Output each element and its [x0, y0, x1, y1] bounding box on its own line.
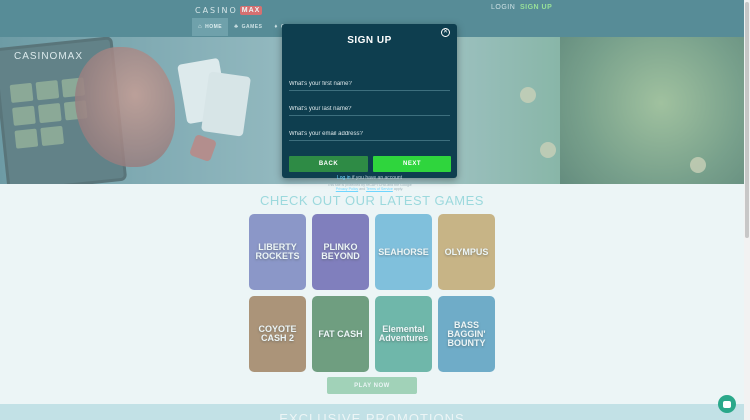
apply-text: apply.: [392, 187, 404, 192]
modal-title: SIGN UP: [347, 35, 392, 46]
signup-modal: SIGN UP ✕ BACK NEXT Log in if you have a…: [282, 24, 457, 191]
login-prompt: Log in if you have an account: [282, 175, 457, 181]
scrollbar-thumb[interactable]: [745, 2, 749, 238]
privacy-policy-link[interactable]: Privacy Policy: [336, 187, 358, 191]
login-link[interactable]: Log in: [337, 175, 351, 181]
last-name-field[interactable]: [289, 103, 450, 116]
recaptcha-notice: This site is protected by reCAPTCHA and …: [302, 183, 437, 192]
chat-button[interactable]: [718, 395, 736, 413]
email-field[interactable]: [289, 128, 450, 141]
back-button[interactable]: BACK: [289, 156, 368, 172]
chat-icon: [723, 400, 731, 408]
terms-of-service-link[interactable]: Terms of Service: [366, 187, 393, 191]
login-suffix: if you have an account: [350, 175, 403, 181]
and-text: and: [358, 187, 367, 192]
next-button[interactable]: NEXT: [373, 156, 451, 172]
first-name-field[interactable]: [289, 78, 450, 91]
close-icon[interactable]: ✕: [441, 28, 450, 37]
